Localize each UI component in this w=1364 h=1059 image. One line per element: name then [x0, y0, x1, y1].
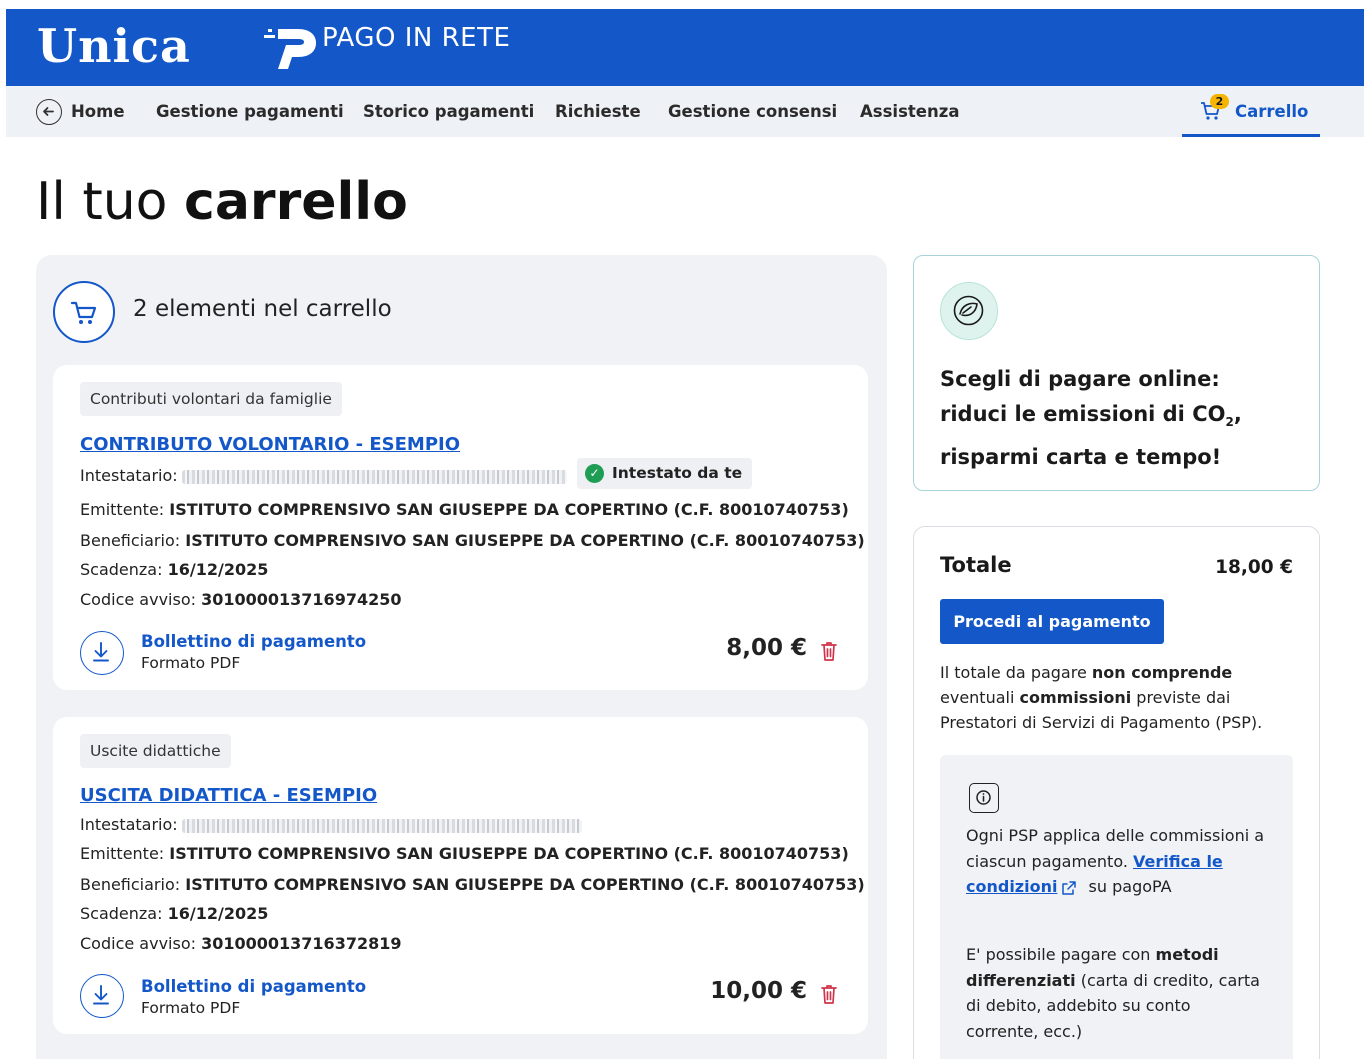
item-amount: 8,00 € — [726, 635, 807, 661]
cart-item: Contributi volontari da famiglie CONTRIB… — [53, 365, 868, 690]
notice-code-row: Codice avviso: 301000013716372819 — [80, 934, 402, 953]
issuer-row: Emittente: ISTITUTO COMPRENSIVO SAN GIUS… — [80, 844, 849, 863]
payment-methods-text: E' possibile pagare con metodi differenz… — [966, 945, 1260, 1041]
download-format: Formato PDF — [141, 654, 241, 672]
owner-badge: ✓ Intestato da te — [577, 458, 753, 489]
download-icon[interactable] — [80, 631, 124, 675]
beneficiary-row: Beneficiario: ISTITUTO COMPRENSIVO SAN G… — [80, 531, 865, 550]
category-tag: Contributi volontari da famiglie — [80, 382, 342, 416]
eco-leaf-icon — [940, 282, 998, 340]
download-bollettino-link[interactable]: Bollettino di pagamento — [141, 632, 366, 651]
total-label: Totale — [940, 553, 1012, 577]
redacted-holder-name — [181, 818, 582, 833]
item-amount: 10,00 € — [710, 978, 807, 1004]
trash-icon[interactable] — [819, 640, 839, 662]
download-bollettino-link[interactable]: Bollettino di pagamento — [141, 977, 366, 996]
holder-row: Intestatario: — [80, 815, 582, 834]
beneficiary-row: Beneficiario: ISTITUTO COMPRENSIVO SAN G… — [80, 875, 865, 894]
cart-item: Uscite didattiche USCITA DIDATTICA - ESE… — [53, 717, 868, 1034]
nav-assistenza[interactable]: Assistenza — [860, 102, 959, 121]
back-arrow-icon[interactable] — [36, 99, 62, 125]
nav-richieste[interactable]: Richieste — [555, 102, 641, 121]
top-header: Unica PAGO IN RETE — [6, 9, 1364, 86]
payment-title-link[interactable]: CONTRIBUTO VOLONTARIO - ESEMPIO — [80, 434, 460, 455]
psp-info-text: Ogni PSP applica delle commissioni a cia… — [966, 826, 1265, 896]
info-icon — [969, 783, 999, 813]
issuer-row: Emittente: ISTITUTO COMPRENSIVO SAN GIUS… — [80, 500, 849, 519]
page-title: Il tuo carrello — [36, 172, 408, 232]
eco-promo-card: Scegli di pagare online: riduci le emiss… — [913, 255, 1320, 491]
nav-gestione-consensi[interactable]: Gestione consensi — [668, 102, 837, 121]
download-format: Formato PDF — [141, 999, 241, 1017]
app-title: PAGO IN RETE — [322, 23, 511, 53]
unica-logo[interactable]: Unica — [37, 19, 191, 73]
proceed-to-payment-button[interactable]: Procedi al pagamento — [940, 599, 1164, 644]
redacted-holder-name — [181, 469, 567, 484]
total-summary-card: Totale 18,00 € Procedi al pagamento Il t… — [913, 526, 1320, 1059]
due-date-row: Scadenza: 16/12/2025 — [80, 904, 269, 923]
category-tag: Uscite didattiche — [80, 734, 231, 768]
pago-in-rete-logo-icon — [264, 29, 316, 69]
nav-carrello-label: Carrello — [1235, 102, 1309, 121]
commission-note: Il totale da pagare non comprende eventu… — [940, 663, 1263, 732]
eco-promo-text: Scegli di pagare online: riduci le emiss… — [940, 367, 1242, 470]
external-link-icon — [1062, 880, 1077, 895]
cart-icon — [53, 281, 115, 343]
psp-info-box: Ogni PSP applica delle commissioni a cia… — [940, 755, 1293, 1059]
download-icon[interactable] — [80, 974, 124, 1018]
notice-code-row: Codice avviso: 301000013716974250 — [80, 590, 402, 609]
total-amount: 18,00 € — [1215, 557, 1293, 578]
cart-count-badge: 2 — [1210, 94, 1229, 109]
main-navigation: Home Gestione pagamenti Storico pagament… — [6, 86, 1364, 137]
trash-icon[interactable] — [819, 983, 839, 1005]
nav-carrello[interactable]: 2 Carrello — [1182, 86, 1320, 137]
holder-row: Intestatario: — [80, 466, 567, 485]
cart-panel: 2 elementi nel carrello Contributi volon… — [36, 255, 887, 1059]
check-circle-icon: ✓ — [585, 464, 604, 483]
payment-title-link[interactable]: USCITA DIDATTICA - ESEMPIO — [80, 785, 377, 806]
nav-gestione-pagamenti[interactable]: Gestione pagamenti — [156, 102, 344, 121]
nav-home[interactable]: Home — [71, 102, 125, 121]
nav-storico-pagamenti[interactable]: Storico pagamenti — [363, 102, 534, 121]
due-date-row: Scadenza: 16/12/2025 — [80, 560, 269, 579]
cart-item-count: 2 elementi nel carrello — [133, 296, 392, 322]
